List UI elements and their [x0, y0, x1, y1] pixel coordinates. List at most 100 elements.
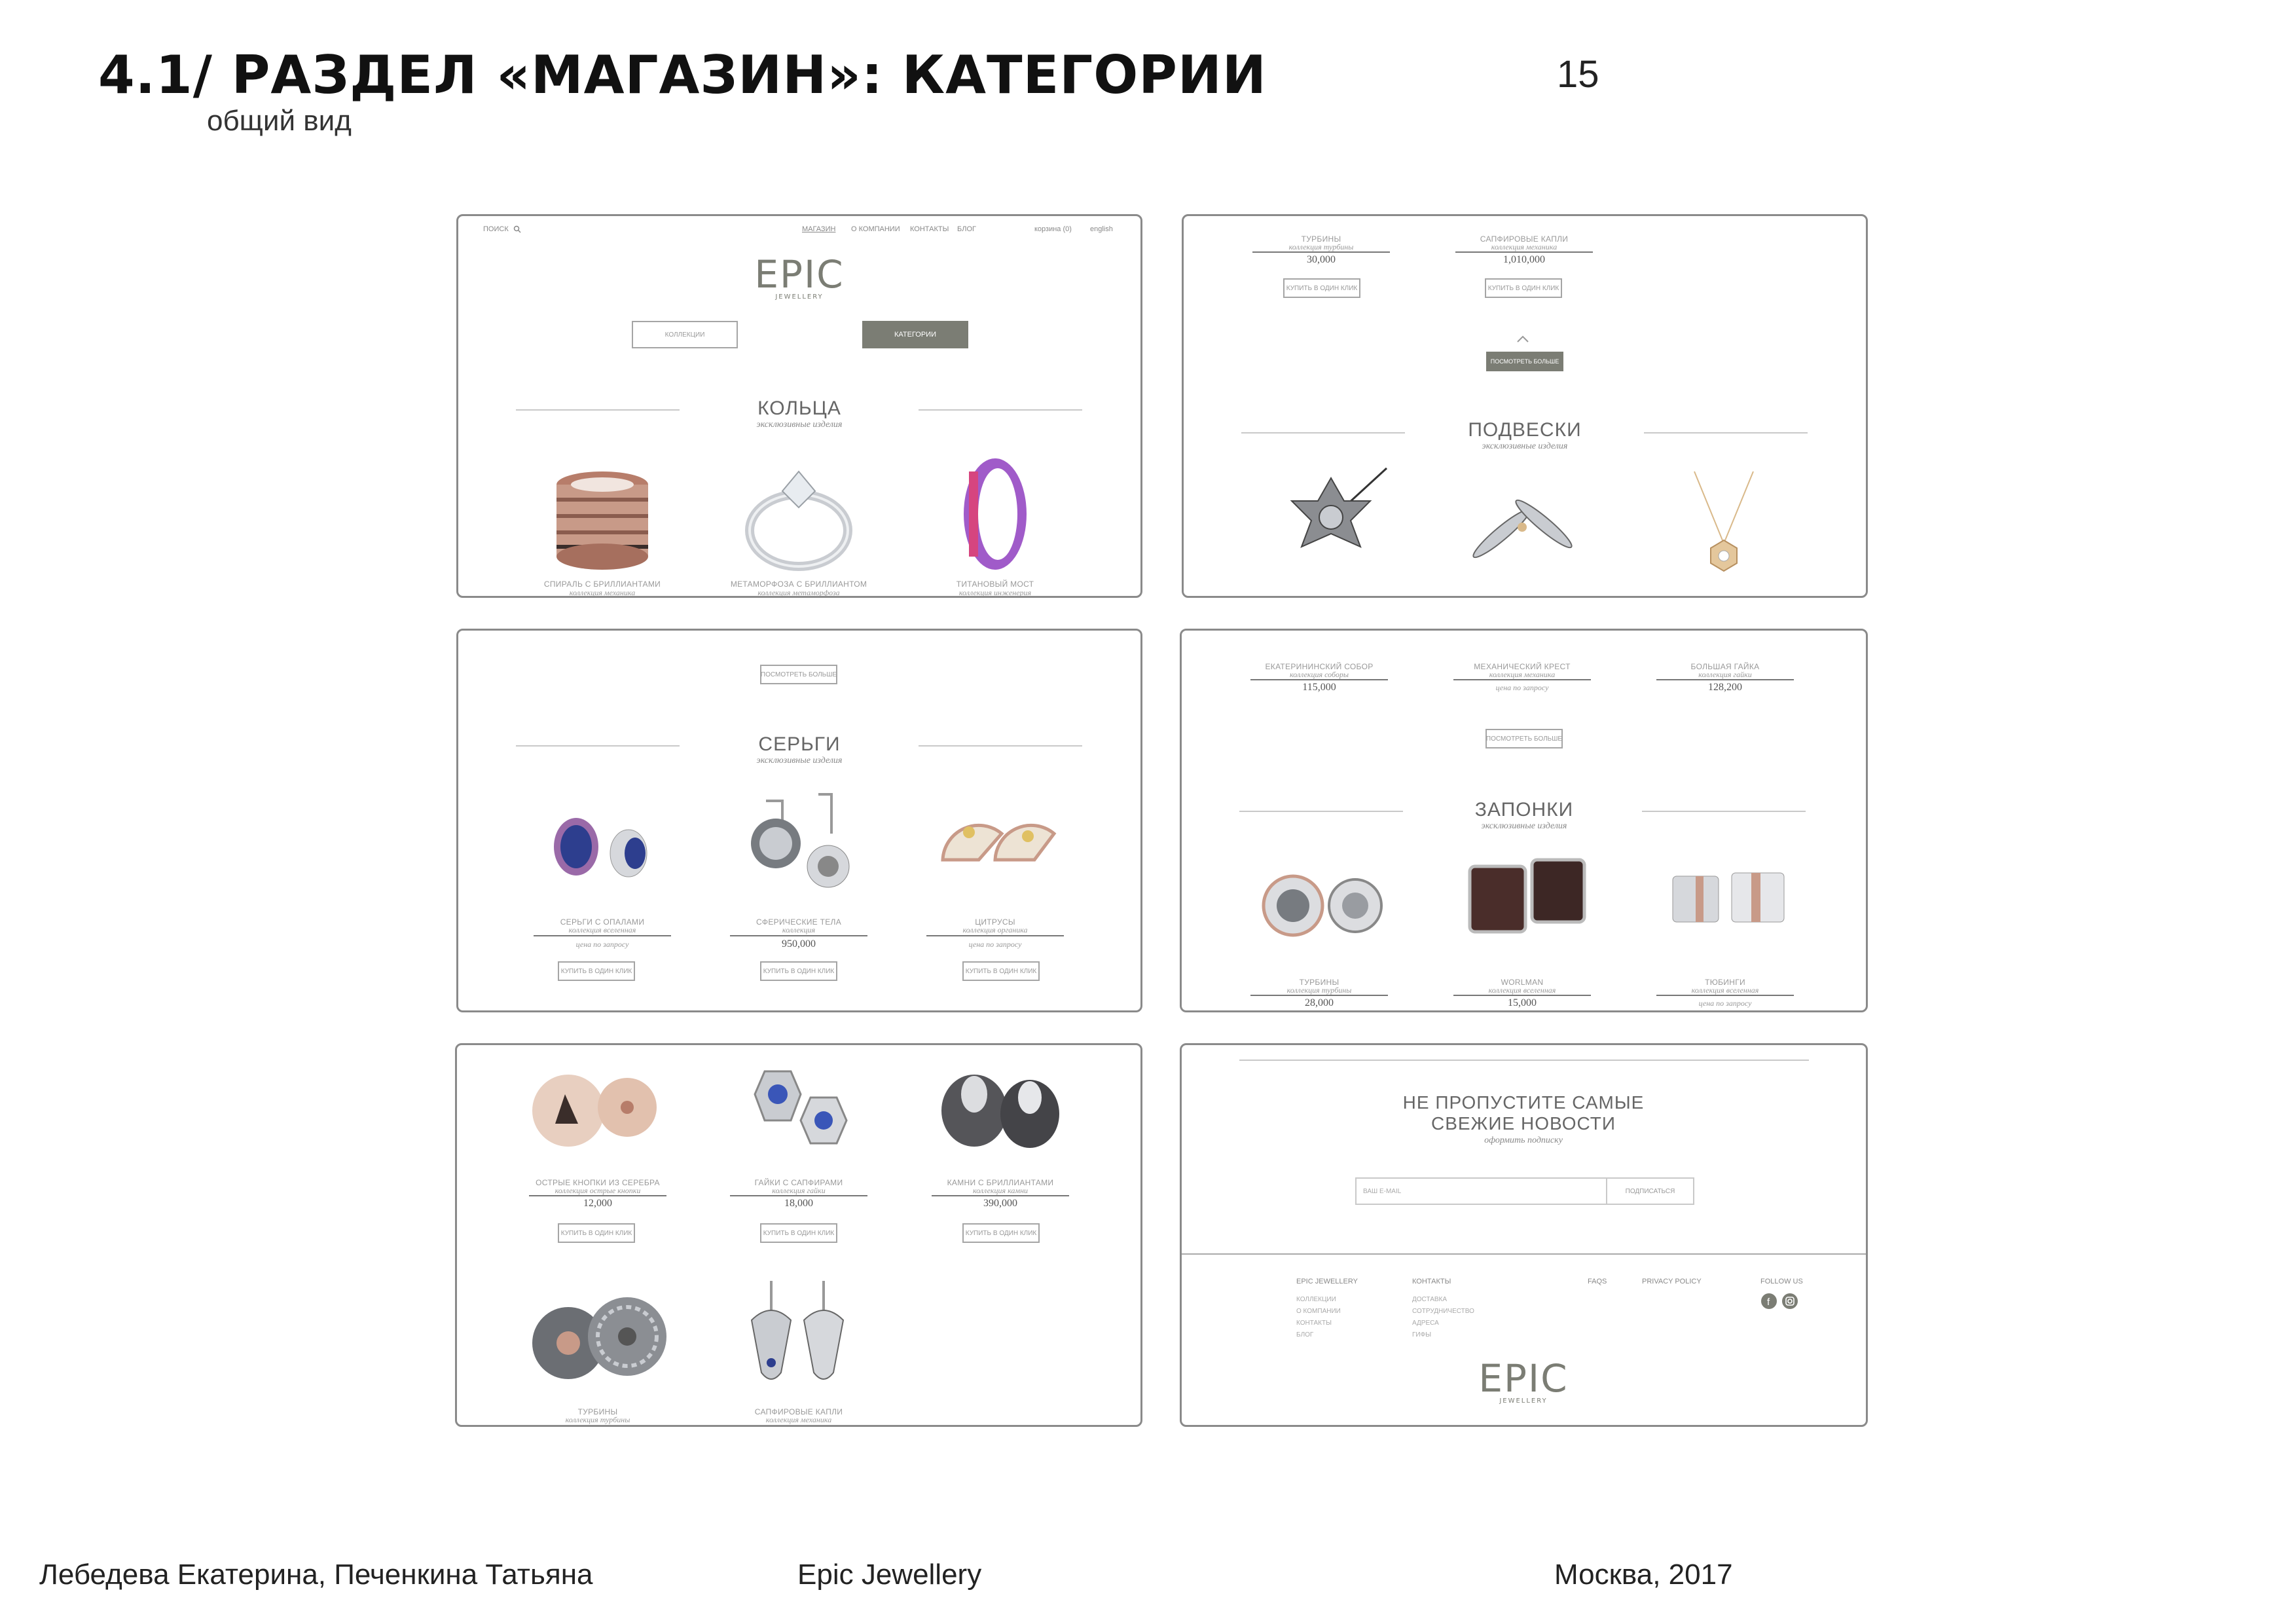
cart-link[interactable]: корзина (0): [1034, 225, 1072, 233]
site-logo[interactable]: EPIC JEWELLERY: [734, 255, 865, 301]
section-title-pendants: ПОДВЕСКИ: [1468, 419, 1582, 441]
buy-button[interactable]: КУПИТЬ В ОДИН КЛИК: [962, 1223, 1040, 1243]
subscribe-button[interactable]: ПОДПИСАТЬСЯ: [1606, 1177, 1694, 1205]
view-more-button[interactable]: ПОСМОТРЕТЬ БОЛЬШЕ: [1485, 729, 1563, 748]
panel-pendants: ТУРБИНЫ коллекция турбины 30,000 КУПИТЬ …: [1182, 214, 1868, 598]
product-image-cross-pendant[interactable]: [1462, 471, 1586, 576]
buy-button[interactable]: КУПИТЬ В ОДИН КЛИК: [1283, 278, 1360, 298]
slide-title: 4.1/ РАЗДЕЛ «МАГАЗИН»: КАТЕГОРИИ: [98, 45, 1267, 105]
product-rule: [932, 1195, 1069, 1196]
product-image-gold-pendant[interactable]: [1668, 465, 1779, 576]
divider-right: [1644, 432, 1808, 434]
divider-right: [919, 745, 1082, 747]
product-image-stones-diamonds[interactable]: [932, 1058, 1069, 1163]
product-rule: [1656, 995, 1794, 996]
product-image-titanium-ring[interactable]: [943, 452, 1048, 576]
footer-col-contacts-title: КОНТАКТЫ: [1412, 1278, 1451, 1285]
product-collection: коллекция механика: [765, 1415, 832, 1424]
footer-link[interactable]: АДРЕСА: [1412, 1320, 1439, 1327]
buy-button[interactable]: КУПИТЬ В ОДИН КЛИК: [760, 1223, 837, 1243]
logo-sub: JEWELLERY: [1499, 1397, 1548, 1405]
footer-link[interactable]: КОНТАКТЫ: [1296, 1320, 1332, 1327]
email-input[interactable]: ВАШ E-MAIL: [1355, 1177, 1607, 1205]
section-subtitle: эксклюзивные изделия: [756, 756, 843, 766]
product-image-sapphire-nuts[interactable]: [732, 1058, 863, 1163]
product-rule: [1656, 679, 1794, 680]
lang-link[interactable]: english: [1090, 225, 1113, 233]
product-collection: коллекция соборы: [1289, 670, 1349, 679]
section-title-cufflinks: ЗАПОНКИ: [1474, 799, 1574, 821]
product-image-opal-earrings[interactable]: [537, 807, 668, 893]
product-image-tubing-cufflinks[interactable]: [1660, 857, 1797, 948]
footer-link[interactable]: ГИФЫ: [1412, 1331, 1431, 1338]
product-price: 30,000: [1307, 254, 1336, 265]
product-price: 1,010,000: [1503, 254, 1545, 265]
product-image-star-pendant[interactable]: [1269, 465, 1393, 576]
product-price: 128,200: [1708, 682, 1742, 693]
product-price: 390,000: [983, 1198, 1017, 1209]
product-image-sapphire-drops[interactable]: [742, 1274, 860, 1405]
page-number: 15: [1557, 53, 1599, 96]
panel-rings: поиск МАГАЗИН О КОМПАНИИ КОНТАКТЫ БЛОГ к…: [456, 214, 1142, 598]
slide-subtitle: общий вид: [207, 105, 352, 137]
buy-button[interactable]: КУПИТЬ В ОДИН КЛИК: [558, 961, 635, 981]
product-name: ТИТАНОВЫЙ МОСТ: [956, 580, 1034, 589]
product-image-solitaire-ring[interactable]: [737, 458, 861, 576]
search-link[interactable]: поиск: [483, 225, 521, 233]
product-collection: коллекция механика: [569, 588, 636, 597]
section-subtitle: эксклюзивные изделия: [756, 420, 843, 430]
footer-link[interactable]: БЛОГ: [1296, 1331, 1313, 1338]
facebook-icon[interactable]: f: [1760, 1293, 1777, 1310]
product-image-turbine-cufflinks[interactable]: [1254, 860, 1391, 951]
footer-link[interactable]: СОТРУДНИЧЕСТВО: [1412, 1308, 1474, 1315]
product-collection: коллекция вселенная: [1691, 986, 1759, 995]
divider-right: [919, 409, 1082, 411]
section-subtitle: эксклюзивные изделия: [1482, 441, 1568, 451]
footer-link[interactable]: КОЛЛЕКЦИИ: [1296, 1296, 1336, 1303]
view-more-button[interactable]: ПОСМОТРЕТЬ БОЛЬШЕ: [760, 665, 837, 684]
nav-shop[interactable]: МАГАЗИН: [802, 225, 835, 233]
nav-contacts[interactable]: КОНТАКТЫ: [910, 225, 949, 233]
product-collection: коллекция механика: [1491, 242, 1558, 251]
product-rule: [926, 935, 1064, 936]
nav-blog[interactable]: БЛОГ: [957, 225, 976, 233]
product-price: 12,000: [583, 1198, 612, 1209]
footer-link[interactable]: О КОМПАНИИ: [1296, 1308, 1341, 1315]
product-image-turbine-earrings[interactable]: [522, 1281, 673, 1399]
categories-button[interactable]: КАТЕГОРИИ: [862, 321, 968, 348]
divider-left: [516, 745, 680, 747]
product-collection: коллекция турбины: [565, 1415, 630, 1424]
divider-left: [1239, 811, 1403, 812]
product-image-square-cufflinks[interactable]: [1457, 850, 1594, 955]
nav-about[interactable]: О КОМПАНИИ: [851, 225, 900, 233]
product-price: цена по запросу: [575, 940, 629, 949]
collections-button[interactable]: КОЛЛЕКЦИИ: [632, 321, 738, 348]
product-image-spiral-ring[interactable]: [540, 458, 665, 576]
footer-link[interactable]: ДОСТАВКА: [1412, 1296, 1447, 1303]
view-more-button[interactable]: ПОСМОТРЕТЬ БОЛЬШЕ: [1486, 352, 1563, 371]
faqs-link[interactable]: FAQS: [1588, 1278, 1607, 1285]
chevron-up-icon[interactable]: [1516, 335, 1529, 343]
buy-button[interactable]: КУПИТЬ В ОДИН КЛИК: [1485, 278, 1562, 298]
product-image-sphere-earrings[interactable]: [733, 781, 864, 906]
product-rule: [1252, 251, 1390, 253]
product-price: цена по запросу: [968, 940, 1022, 949]
privacy-policy-link[interactable]: PRIVACY POLICY: [1642, 1278, 1702, 1285]
product-collection: коллекция вселенная: [1488, 986, 1556, 995]
product-image-citrus-earrings[interactable]: [930, 794, 1061, 893]
product-image-sharp-buttons[interactable]: [519, 1058, 670, 1170]
follow-us-label: FOLLOW US: [1760, 1278, 1803, 1285]
buy-button[interactable]: КУПИТЬ В ОДИН КЛИК: [558, 1223, 635, 1243]
buy-button[interactable]: КУПИТЬ В ОДИН КЛИК: [760, 961, 837, 981]
product-rule: [1250, 679, 1388, 680]
buy-button[interactable]: КУПИТЬ В ОДИН КЛИК: [962, 961, 1040, 981]
product-collection: коллекция инженерия: [958, 588, 1032, 597]
footer-place-year: Москва, 2017: [1554, 1559, 1733, 1591]
product-rule: [730, 935, 867, 936]
panel-cufflinks: ЕКАТЕРИНИНСКИЙ СОБОР коллекция соборы 11…: [1180, 629, 1868, 1012]
footer-logo[interactable]: EPIC JEWELLERY: [1458, 1359, 1589, 1405]
product-rule: [730, 1195, 867, 1196]
search-label: поиск: [483, 225, 509, 233]
instagram-icon[interactable]: [1781, 1293, 1798, 1310]
product-price: 28,000: [1305, 997, 1334, 1008]
